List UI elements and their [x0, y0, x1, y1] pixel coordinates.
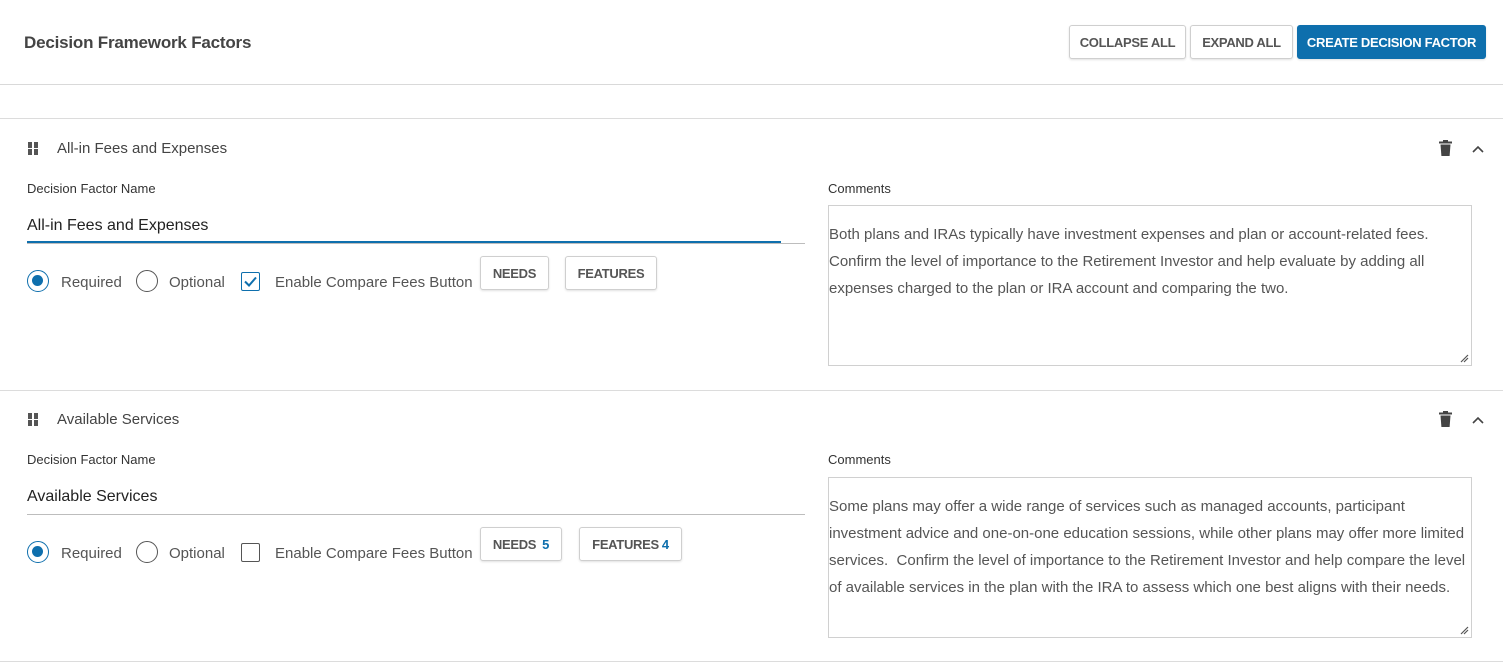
comments-label: Comments	[828, 181, 891, 196]
enable-compare-fees-checkbox[interactable]	[241, 272, 260, 291]
required-radio[interactable]	[27, 541, 49, 563]
trash-icon[interactable]	[1439, 140, 1452, 156]
chevron-up-icon[interactable]	[1472, 416, 1484, 424]
features-button-label: FEATURES	[592, 536, 659, 552]
expand-all-button[interactable]: EXPAND ALL	[1190, 25, 1293, 59]
page-header: Decision Framework Factors COLLAPSE ALL …	[0, 0, 1503, 85]
decision-factor-card: Available Services Decision Factor Name …	[0, 391, 1503, 662]
features-button[interactable]: FEATURES 4	[579, 527, 682, 561]
decision-factor-name-label: Decision Factor Name	[27, 452, 156, 467]
decision-factor-name-input[interactable]	[27, 208, 805, 244]
page-title: Decision Framework Factors	[24, 33, 252, 52]
features-button[interactable]: FEATURES	[565, 256, 657, 290]
section-divider	[0, 661, 1503, 662]
features-count-badge: 4	[661, 536, 669, 552]
needs-button[interactable]: NEEDS	[480, 256, 549, 290]
input-focus-underline	[27, 241, 781, 243]
comments-label: Comments	[828, 452, 891, 467]
features-button-label: FEATURES	[577, 265, 645, 281]
trash-icon[interactable]	[1439, 411, 1452, 427]
resize-grip-icon[interactable]	[1459, 625, 1469, 635]
optional-label: Optional	[169, 274, 225, 291]
resize-grip-icon[interactable]	[1459, 353, 1469, 363]
enable-compare-fees-label: Enable Compare Fees Button	[275, 274, 473, 291]
decision-factor-name-label: Decision Factor Name	[27, 181, 156, 196]
comments-textarea[interactable]: Some plans may offer a wide range of ser…	[828, 477, 1472, 638]
chevron-up-icon[interactable]	[1472, 145, 1484, 153]
enable-compare-fees-label: Enable Compare Fees Button	[275, 545, 473, 562]
optional-label: Optional	[169, 545, 225, 562]
checkmark-icon	[244, 276, 257, 287]
factor-title: All-in Fees and Expenses	[57, 140, 228, 157]
needs-count-badge: 5	[542, 536, 550, 552]
factor-title: Available Services	[57, 411, 180, 428]
needs-button-label: NEEDS	[492, 265, 537, 281]
optional-radio[interactable]	[136, 541, 158, 563]
needs-button[interactable]: NEEDS 5	[480, 527, 562, 561]
decision-factor-name-input[interactable]	[27, 479, 805, 515]
decision-factor-card: All-in Fees and Expenses Decision Factor…	[0, 119, 1503, 390]
drag-handle-icon[interactable]	[28, 413, 38, 426]
create-decision-factor-button[interactable]: CREATE DECISION FACTOR	[1297, 25, 1486, 59]
enable-compare-fees-checkbox[interactable]	[241, 543, 260, 562]
drag-handle-icon[interactable]	[28, 142, 38, 155]
required-radio[interactable]	[27, 270, 49, 292]
comments-textarea[interactable]: Both plans and IRAs typically have inves…	[828, 205, 1472, 366]
required-label: Required	[61, 274, 122, 291]
required-label: Required	[61, 545, 122, 562]
optional-radio[interactable]	[136, 270, 158, 292]
needs-button-label: NEEDS	[492, 536, 537, 552]
collapse-all-button[interactable]: COLLAPSE ALL	[1069, 25, 1186, 59]
